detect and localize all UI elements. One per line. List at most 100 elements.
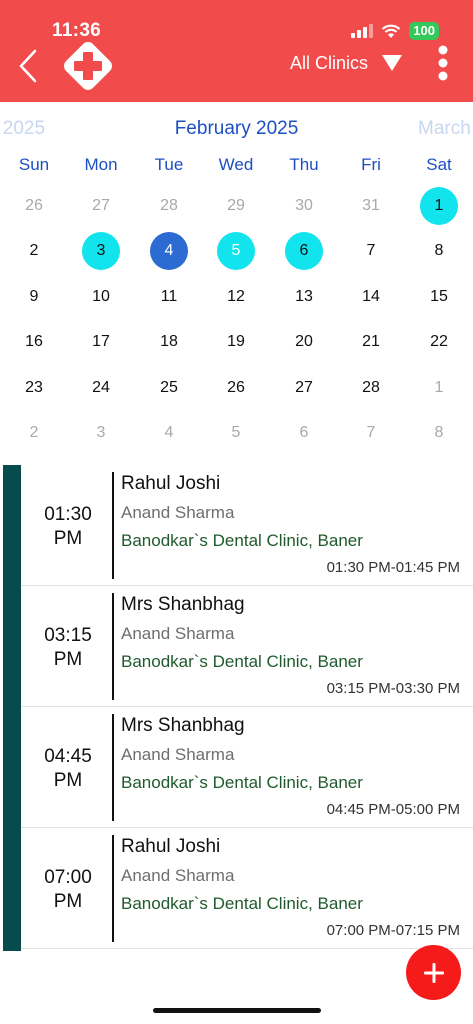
calendar-day[interactable]: 17 bbox=[82, 323, 120, 361]
calendar-day[interactable]: 2 bbox=[15, 232, 53, 270]
calendar-day-has-appointment[interactable]: 5 bbox=[217, 232, 255, 270]
appointment-start-time: 01:30 PM bbox=[21, 503, 115, 551]
calendar-day-has-appointment[interactable]: 3 bbox=[82, 232, 120, 270]
more-menu-button[interactable] bbox=[434, 44, 452, 82]
calendar-day[interactable]: 14 bbox=[352, 278, 390, 316]
next-month-button[interactable]: March bbox=[418, 118, 471, 140]
calendar-day[interactable]: 2 bbox=[15, 414, 53, 452]
calendar-day[interactable]: 8 bbox=[420, 232, 458, 270]
clinic-filter-label: All Clinics bbox=[290, 52, 369, 73]
add-appointment-button[interactable] bbox=[406, 945, 461, 1000]
calendar-day[interactable]: 7 bbox=[352, 414, 390, 452]
appointment-time-hm: 07:00 bbox=[44, 867, 92, 888]
calendar-day[interactable]: 12 bbox=[217, 278, 255, 316]
appointment-time-range: 04:45 PM-05:00 PM bbox=[326, 801, 460, 818]
appointment-divider bbox=[112, 472, 114, 579]
calendar-day[interactable]: 29 bbox=[217, 187, 255, 225]
calendar-day[interactable]: 16 bbox=[15, 323, 53, 361]
calendar-day[interactable]: 27 bbox=[285, 369, 323, 407]
patient-name: Rahul Joshi bbox=[121, 836, 221, 857]
appointment-time-range: 03:15 PM-03:30 PM bbox=[326, 680, 460, 697]
calendar-day[interactable]: 9 bbox=[15, 278, 53, 316]
calendar-day-grid: 26 27 28 29 30 31 1 2 3 4 5 6 7 8 9 10 1… bbox=[0, 186, 473, 456]
appointment-list: 01:30 PM Rahul Joshi Anand Sharma Banodk… bbox=[0, 465, 473, 951]
calendar-day[interactable]: 18 bbox=[150, 323, 188, 361]
calendar-day[interactable]: 30 bbox=[285, 187, 323, 225]
plus-icon bbox=[423, 962, 444, 983]
chevron-left-icon bbox=[19, 49, 37, 83]
appointment-time-hm: 01:30 bbox=[44, 504, 92, 525]
calendar-day[interactable]: 7 bbox=[352, 232, 390, 270]
weekday-label: Sun bbox=[18, 155, 50, 174]
clinic-name: Banodkar`s Dental Clinic, Baner bbox=[121, 531, 363, 550]
patient-name: Mrs Shanbhag bbox=[121, 715, 245, 736]
calendar-day[interactable]: 21 bbox=[352, 323, 390, 361]
weekday-label: Tue bbox=[154, 155, 184, 174]
doctor-name: Anand Sharma bbox=[121, 745, 235, 764]
calendar-day[interactable]: 20 bbox=[285, 323, 323, 361]
calendar-day[interactable]: 6 bbox=[285, 414, 323, 452]
app-logo bbox=[58, 36, 118, 96]
calendar-day[interactable]: 23 bbox=[15, 369, 53, 407]
calendar-day[interactable]: 22 bbox=[420, 323, 458, 361]
appointment-start-time: 07:00 PM bbox=[21, 866, 115, 914]
calendar-day[interactable]: 19 bbox=[217, 323, 255, 361]
back-button[interactable] bbox=[14, 46, 42, 86]
clinic-filter-dropdown[interactable]: All Clinics bbox=[290, 50, 403, 76]
kebab-menu-icon bbox=[438, 45, 448, 81]
weekday-header: Sun Mon Tue Wed Thu Fri Sat bbox=[0, 155, 473, 177]
wifi-icon bbox=[382, 24, 401, 38]
calendar-day[interactable]: 15 bbox=[420, 278, 458, 316]
appointment-card[interactable]: 04:45 PM Mrs Shanbhag Anand Sharma Banod… bbox=[21, 707, 473, 828]
weekday-label: Wed bbox=[218, 155, 254, 174]
calendar-day-selected[interactable]: 4 bbox=[150, 232, 188, 270]
calendar-day[interactable]: 1 bbox=[420, 369, 458, 407]
calendar-day[interactable]: 26 bbox=[217, 369, 255, 407]
appointment-card[interactable]: 01:30 PM Rahul Joshi Anand Sharma Banodk… bbox=[21, 465, 473, 586]
clinic-name: Banodkar`s Dental Clinic, Baner bbox=[121, 652, 363, 671]
calendar-day[interactable]: 3 bbox=[82, 414, 120, 452]
appointment-divider bbox=[112, 593, 114, 700]
appointment-divider bbox=[112, 835, 114, 942]
current-month-title: February 2025 bbox=[174, 118, 299, 139]
doctor-name: Anand Sharma bbox=[121, 624, 235, 643]
calendar-day[interactable]: 28 bbox=[352, 369, 390, 407]
appointment-card[interactable]: 07:00 PM Rahul Joshi Anand Sharma Banodk… bbox=[21, 828, 473, 949]
calendar-day[interactable]: 4 bbox=[150, 414, 188, 452]
calendar-day[interactable]: 31 bbox=[352, 187, 390, 225]
doctor-name: Anand Sharma bbox=[121, 503, 235, 522]
appointment-time-hm: 04:45 bbox=[44, 746, 92, 767]
calendar-day[interactable]: 26 bbox=[15, 187, 53, 225]
home-indicator bbox=[153, 1008, 321, 1013]
medical-cross-logo-icon bbox=[64, 42, 112, 90]
calendar-day[interactable]: 13 bbox=[285, 278, 323, 316]
calendar-day[interactable]: 11 bbox=[150, 278, 188, 316]
doctor-name: Anand Sharma bbox=[121, 866, 235, 885]
calendar-day[interactable]: 27 bbox=[82, 187, 120, 225]
appointment-card[interactable]: 03:15 PM Mrs Shanbhag Anand Sharma Banod… bbox=[21, 586, 473, 707]
battery-indicator: 100 bbox=[409, 22, 439, 40]
calendar-day[interactable]: 24 bbox=[82, 369, 120, 407]
signal-icon bbox=[351, 24, 374, 38]
weekday-label: Mon bbox=[84, 155, 118, 174]
appointment-start-time: 04:45 PM bbox=[21, 745, 115, 793]
calendar-day[interactable]: 28 bbox=[150, 187, 188, 225]
appointment-time-ampm: PM bbox=[53, 528, 83, 549]
weekday-label: Fri bbox=[361, 155, 381, 174]
clinic-name: Banodkar`s Dental Clinic, Baner bbox=[121, 773, 363, 792]
appointment-time-range: 07:00 PM-07:15 PM bbox=[326, 922, 460, 939]
calendar-day-has-appointment[interactable]: 6 bbox=[285, 232, 323, 270]
calendar-day[interactable]: 10 bbox=[82, 278, 120, 316]
calendar-day[interactable]: 8 bbox=[420, 414, 458, 452]
appointment-time-hm: 03:15 bbox=[44, 625, 92, 646]
appointment-time-ampm: PM bbox=[53, 770, 83, 791]
appointment-time-ampm: PM bbox=[53, 891, 83, 912]
calendar-day[interactable]: 25 bbox=[150, 369, 188, 407]
calendar-day-has-appointment[interactable]: 1 bbox=[420, 187, 458, 225]
status-icons: 100 bbox=[351, 22, 439, 40]
calendar-day[interactable]: 5 bbox=[217, 414, 255, 452]
appointment-start-time: 03:15 PM bbox=[21, 624, 115, 672]
calendar-month-nav: y 2025 February 2025 March bbox=[0, 116, 473, 144]
weekday-label: Sat bbox=[426, 155, 452, 174]
appointment-list-accent-bar bbox=[3, 465, 21, 951]
